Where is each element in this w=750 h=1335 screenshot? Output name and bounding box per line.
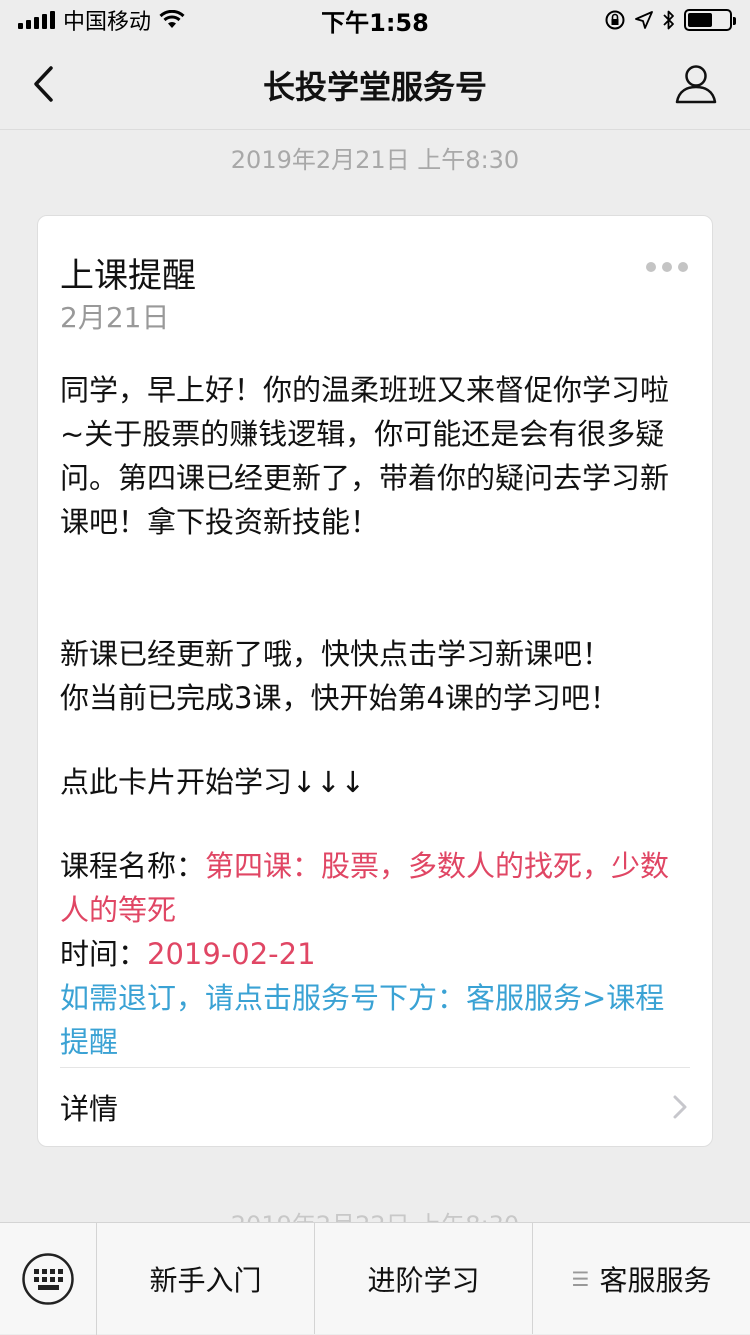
location-icon: [635, 11, 653, 29]
menu-item-customer-service[interactable]: ☰ 客服服务: [533, 1223, 750, 1334]
list-icon: ☰: [571, 1266, 590, 1291]
menu-item-beginner[interactable]: 新手入门: [97, 1223, 315, 1334]
template-message-card[interactable]: 上课提醒 2月21日 同学，早上好！你的温柔班班又来督促你学习啦~关于股票的赚钱…: [37, 215, 713, 1147]
page-title: 长投学堂服务号: [262, 67, 487, 106]
greeting-text: 同学，早上好！你的温柔班班又来督促你学习啦~关于股票的赚钱逻辑，你可能还是会有很…: [60, 373, 670, 539]
battery-icon: [684, 9, 736, 31]
card-date: 2月21日: [60, 301, 170, 334]
card-body: 同学，早上好！你的温柔班班又来督促你学习啦~关于股票的赚钱逻辑，你可能还是会有很…: [60, 368, 690, 1064]
status-right: [604, 9, 736, 31]
status-bar: 中国移动 下午1:58: [0, 0, 750, 40]
signal-icon: [18, 11, 55, 29]
nav-bar: 长投学堂服务号: [0, 40, 750, 130]
profile-icon[interactable]: [674, 62, 718, 106]
time-label: 时间：: [60, 937, 148, 971]
menu-item-label: 客服服务: [599, 1263, 712, 1297]
course-row: 课程名称：第四课：股票，多数人的找死，少数人的等死: [60, 844, 690, 932]
update-notice-2: 你当前已完成3课，快开始第4课的学习吧！: [60, 681, 619, 715]
update-notice-1: 新课已经更新了哦，快快点击学习新课吧！: [60, 637, 612, 671]
status-left: 中国移动: [18, 4, 185, 36]
back-icon[interactable]: [26, 62, 66, 106]
wifi-icon: [159, 10, 185, 28]
detail-label: 详情: [60, 1092, 119, 1126]
more-options-icon[interactable]: [642, 258, 692, 276]
card-title: 上课提醒: [60, 256, 196, 296]
carrier-name: 中国移动: [63, 10, 152, 35]
chevron-right-icon: [673, 1095, 687, 1119]
detail-link[interactable]: 详情: [38, 1068, 712, 1146]
time-row: 时间：2019-02-21: [60, 932, 690, 976]
keyboard-toggle-button[interactable]: [0, 1223, 97, 1335]
keyboard-icon: [22, 1253, 74, 1305]
menu-item-label: 进阶学习: [367, 1263, 480, 1297]
bottom-menu: 新手入门 进阶学习 ☰ 客服服务: [0, 1222, 750, 1335]
course-label: 课程名称：: [60, 849, 206, 883]
next-message-timestamp: 2019年2月22日 上午8:30: [0, 1205, 750, 1223]
message-timestamp: 2019年2月21日 上午8:30: [230, 146, 520, 174]
unsubscribe-note: 如需退订，请点击服务号下方：客服服务>课程提醒: [60, 981, 665, 1059]
time-value: 2019-02-21: [147, 937, 316, 971]
bluetooth-icon: [663, 10, 674, 30]
rotation-lock-icon: [605, 10, 625, 30]
menu-item-label: 新手入门: [149, 1263, 262, 1297]
cta-text: 点此卡片开始学习↓↓↓: [60, 765, 365, 799]
menu-item-advanced[interactable]: 进阶学习: [315, 1223, 533, 1334]
